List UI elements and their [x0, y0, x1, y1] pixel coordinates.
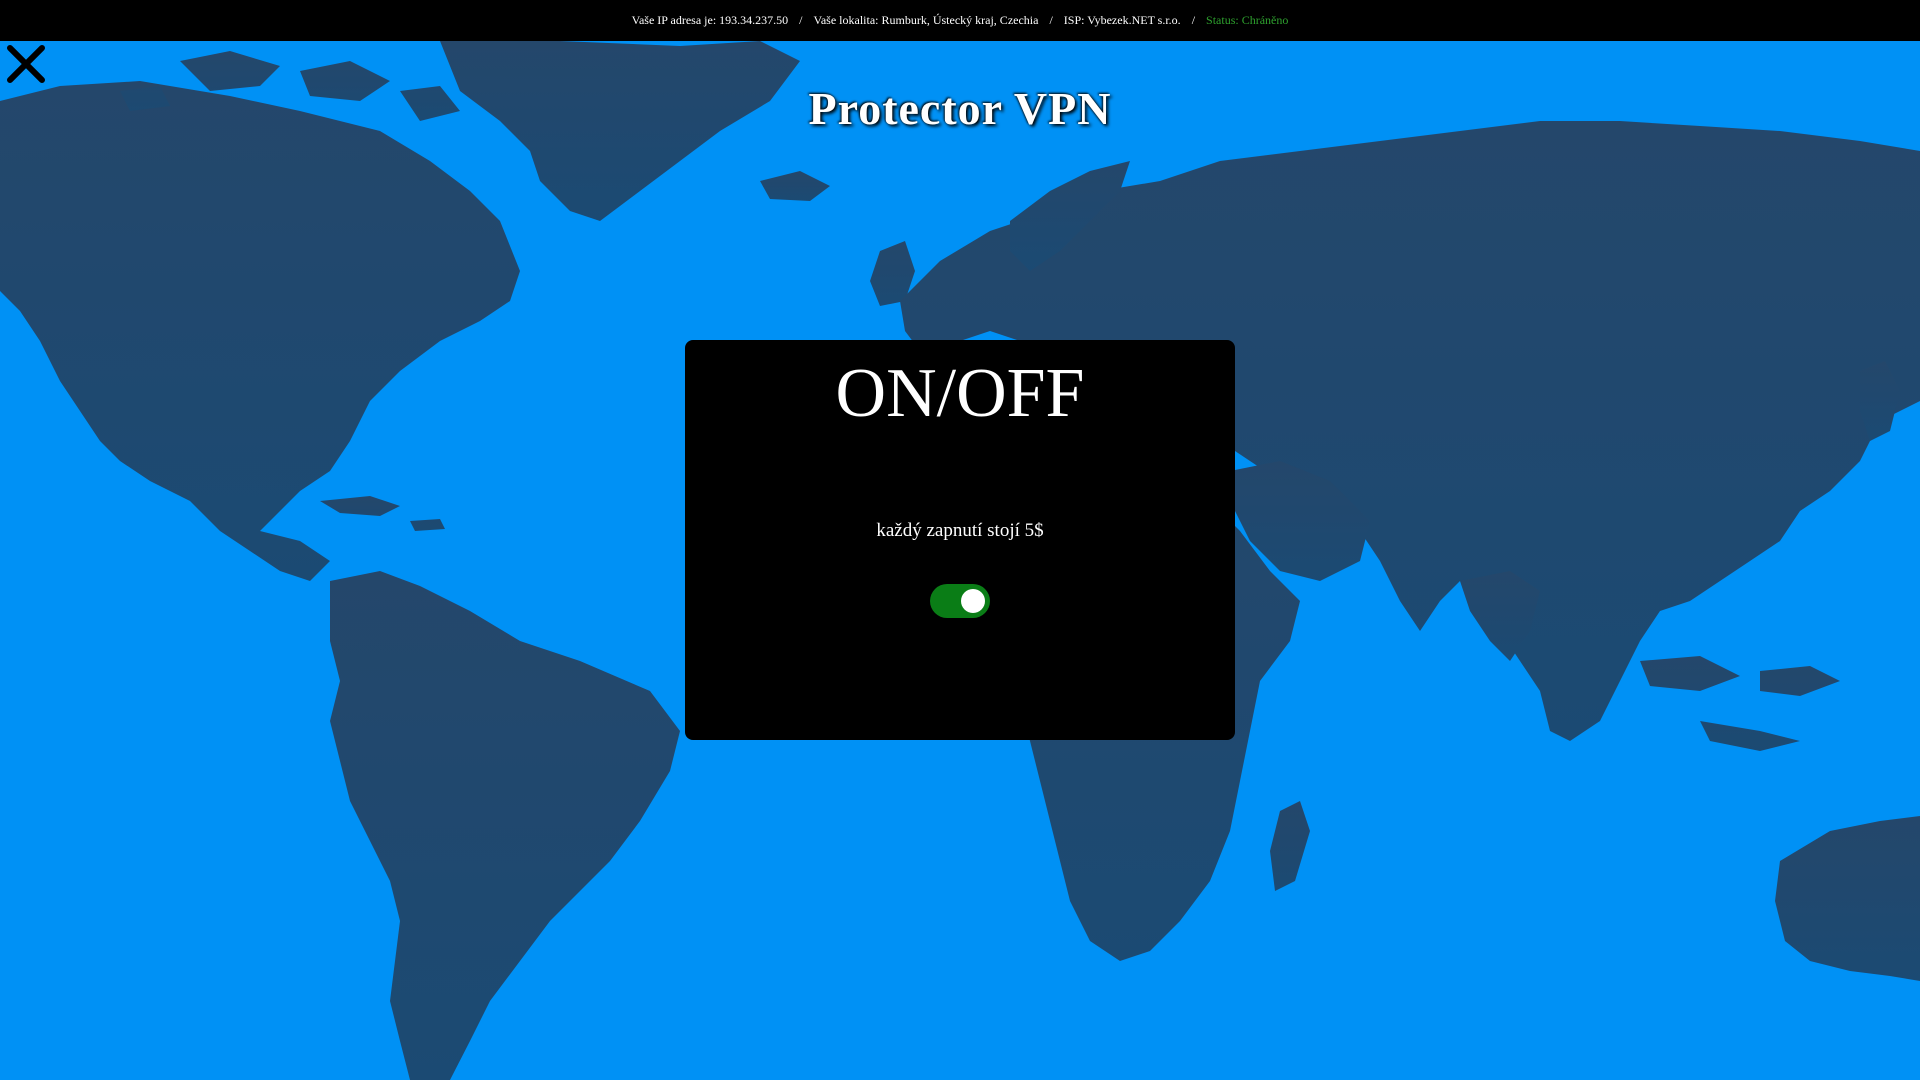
connection-info-bar: Vaše IP adresa je: 193.34.237.50 / Vaše … [0, 0, 1920, 41]
caribbean-shape [320, 496, 445, 531]
indonesia-shape [1640, 656, 1840, 751]
vpn-app: Vaše IP adresa je: 193.34.237.50 / Vaše … [0, 0, 1920, 1080]
south-america-shape [330, 571, 680, 1080]
panel-heading: ON/OFF [835, 355, 1085, 432]
separator: / [799, 13, 803, 27]
app-title: Protector VPN [808, 83, 1112, 134]
vpn-toggle-panel: ON/OFF každý zapnutí stojí 5$ [685, 340, 1235, 740]
close-icon [7, 45, 45, 83]
vpn-toggle-switch[interactable] [930, 584, 990, 618]
iceland-shape [760, 171, 830, 201]
australia-shape [1775, 816, 1920, 981]
north-america-shape [0, 81, 520, 581]
separator: / [1049, 13, 1053, 27]
madagascar-shape [1270, 801, 1310, 891]
toggle-knob [961, 589, 985, 613]
close-button[interactable] [4, 42, 48, 86]
location-text: Vaše lokalita: Rumburk, Ústecký kraj, Cz… [813, 13, 1039, 27]
isp-text: ISP: Vybezek.NET s.r.o. [1063, 13, 1181, 27]
cost-note: každý zapnutí stojí 5$ [876, 520, 1044, 541]
ip-address-text: Vaše IP adresa je: 193.34.237.50 [631, 13, 789, 27]
separator: / [1191, 13, 1196, 27]
status-text: Status: Chráněno [1206, 13, 1289, 27]
